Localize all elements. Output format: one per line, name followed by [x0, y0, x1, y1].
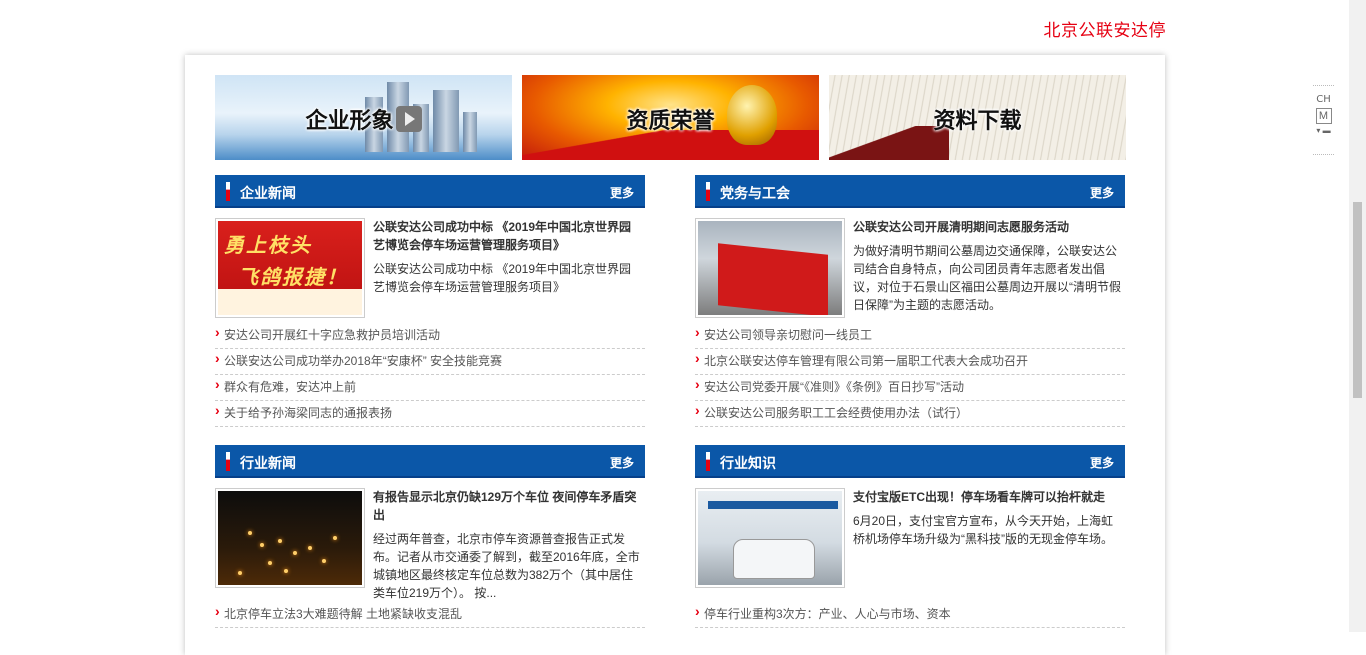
feature-title[interactable]: 有报告显示北京仍缺129万个车位 夜间停车矛盾突出 [373, 488, 641, 524]
list-item[interactable]: 群众有危难，安达冲上前 [215, 375, 645, 401]
feature-thumbnail[interactable] [695, 218, 845, 318]
section-header: 行业知识 更多 [695, 445, 1125, 478]
mode-button[interactable]: M [1315, 108, 1332, 124]
banner-label: 资质荣誉 [626, 109, 715, 134]
list-item[interactable]: 停车行业重构3次方：产业、人心与市场、资本 [695, 602, 1125, 628]
thumbnail-text: 飞鸽报捷！ [238, 265, 348, 289]
section-title: 行业知识 [720, 456, 776, 472]
more-link[interactable]: 更多 [1090, 454, 1114, 471]
list-item[interactable]: 安达公司领导亲切慰问一线员工 [695, 323, 1125, 349]
list-item[interactable]: 关于给予孙海梁同志的通报表扬 [215, 401, 645, 427]
feature-thumbnail[interactable] [695, 488, 845, 588]
banner-row: 企业形象 资质荣誉 资料下载 [215, 75, 1127, 160]
more-link[interactable]: 更多 [610, 454, 634, 471]
header-mark-icon [226, 182, 230, 201]
section-title: 企业新闻 [240, 186, 296, 202]
news-list: 安达公司领导亲切慰问一线员工 北京公联安达停车管理有限公司第一届职工代表大会成功… [695, 323, 1125, 427]
feature-article[interactable]: 支付宝版ETC出现！停车场看车牌可以抬杆就走 6月20日，支付宝官方宣布，从今天… [695, 488, 1125, 602]
list-item[interactable]: 安达公司党委开展“《准则》《条例》百日抄写”活动 [695, 375, 1125, 401]
section-title: 行业新闻 [240, 456, 296, 472]
feature-desc: 为做好清明节期间公墓周边交通保障，公联安达公司结合自身特点，向公司团员青年志愿者… [853, 244, 1121, 312]
feature-article[interactable]: 勇上枝头 飞鸽报捷！ 公联安达公司成功中标 《2019年中国北京世界园艺博览会停… [215, 218, 645, 323]
brand-title[interactable]: 北京公联安达停 [1044, 16, 1167, 41]
feature-title[interactable]: 支付宝版ETC出现！停车场看车牌可以抬杆就走 [853, 488, 1121, 506]
list-item[interactable]: 北京停车立法3大难题待解 土地紧缺收支混乱 [215, 602, 645, 628]
section-header: 行业新闻 更多 [215, 445, 645, 478]
banner-company-image[interactable]: 企业形象 [215, 75, 512, 160]
banner-downloads[interactable]: 资料下载 [829, 75, 1126, 160]
header-mark-icon [706, 452, 710, 471]
more-link[interactable]: 更多 [610, 184, 634, 201]
section-industry-knowledge: 行业知识 更多 支付宝版ETC出现！停车场看车牌可以抬杆就走 6月20日，支付宝… [695, 445, 1125, 628]
more-link[interactable]: 更多 [1090, 184, 1114, 201]
feature-thumbnail[interactable] [215, 488, 365, 588]
scrollbar[interactable] [1349, 0, 1366, 632]
content-card: 企业形象 资质荣誉 资料下载 企业新闻 更多 勇上枝头 飞鸽报捷！ 公联安达公司… [185, 55, 1165, 655]
section-header: 企业新闻 更多 [215, 175, 645, 208]
section-party-union: 党务与工会 更多 公联安达公司开展清明期间志愿服务活动 为做好清明节期间公墓周边… [695, 175, 1125, 427]
feature-title[interactable]: 公联安达公司开展清明期间志愿服务活动 [853, 218, 1121, 236]
side-toolbar: CH M ▾ ▬ [1313, 85, 1334, 155]
section-company-news: 企业新闻 更多 勇上枝头 飞鸽报捷！ 公联安达公司成功中标 《2019年中国北京… [215, 175, 645, 427]
banner-honors[interactable]: 资质荣誉 [522, 75, 819, 160]
feature-article[interactable]: 有报告显示北京仍缺129万个车位 夜间停车矛盾突出 经过两年普查，北京市停车资源… [215, 488, 645, 602]
header-mark-icon [226, 452, 230, 471]
feature-desc: 6月20日，支付宝官方宣布，从今天开始，上海虹桥机场停车场升级为“黑科技”版的无… [853, 514, 1114, 546]
list-item[interactable]: 安达公司开展红十字应急救护员培训活动 [215, 323, 645, 349]
feature-desc: 经过两年普查，北京市停车资源普查报告正式发布。记者从市交通委了解到，截至2016… [373, 532, 640, 600]
header-mark-icon [706, 182, 710, 201]
banner-label: 资料下载 [933, 109, 1022, 134]
feature-article[interactable]: 公联安达公司开展清明期间志愿服务活动 为做好清明节期间公墓周边交通保障，公联安达… [695, 218, 1125, 323]
section-header: 党务与工会 更多 [695, 175, 1125, 208]
thumbnail-text: 勇上枝头 [224, 233, 312, 257]
news-list: 停车行业重构3次方：产业、人心与市场、资本 [695, 602, 1125, 628]
section-industry-news: 行业新闻 更多 有报告显示北京仍缺129万个车位 夜间停车矛盾突出 经过两年普查… [215, 445, 645, 628]
list-item[interactable]: 公联安达公司成功举办2018年“安康杯” 安全技能竞赛 [215, 349, 645, 375]
section-title: 党务与工会 [720, 186, 790, 202]
news-list: 北京停车立法3大难题待解 土地紧缺收支混乱 [215, 602, 645, 628]
language-toggle[interactable]: CH [1313, 94, 1334, 105]
scrollbar-thumb[interactable] [1353, 202, 1362, 398]
list-item[interactable]: 北京公联安达停车管理有限公司第一届职工代表大会成功召开 [695, 349, 1125, 375]
news-list: 安达公司开展红十字应急救护员培训活动 公联安达公司成功举办2018年“安康杯” … [215, 323, 645, 427]
play-icon [395, 106, 422, 132]
feature-title[interactable]: 公联安达公司成功中标 《2019年中国北京世界园艺博览会停车场运营管理服务项目》 [373, 218, 641, 254]
list-item[interactable]: 公联安达公司服务职工工会经费使用办法（试行） [695, 401, 1125, 427]
feature-thumbnail[interactable]: 勇上枝头 飞鸽报捷！ [215, 218, 365, 318]
feature-desc: 公联安达公司成功中标 《2019年中国北京世界园艺博览会停车场运营管理服务项目》 [373, 262, 632, 294]
banner-label: 企业形象 [305, 109, 394, 134]
collapse-icon[interactable]: ▾ ▬ [1313, 126, 1334, 135]
